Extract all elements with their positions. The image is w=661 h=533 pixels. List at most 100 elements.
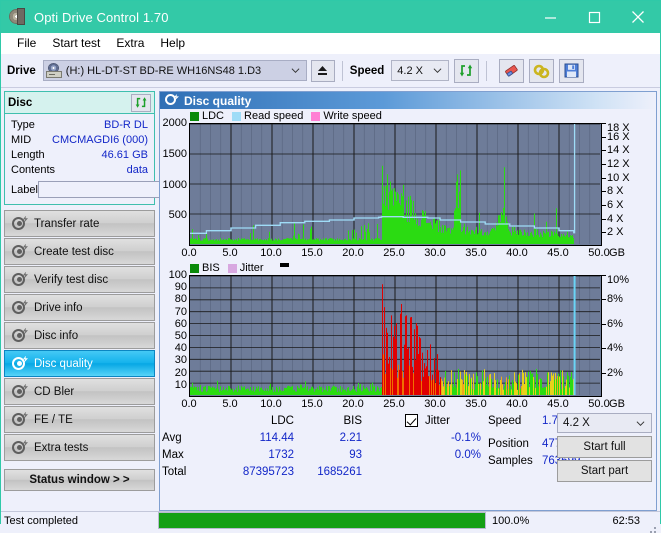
y2-tick-label: 2% xyxy=(607,366,623,379)
jitter-avg: -0.1% xyxy=(450,432,481,444)
menu-file[interactable]: File xyxy=(9,33,44,54)
menu-extra[interactable]: Extra xyxy=(108,33,152,54)
legend-label: BIS xyxy=(202,262,220,274)
content-area: Disc quality LDC Read speed Write speed … xyxy=(158,88,660,511)
bis-y-axis: 10 20 30 40 50 60 70 80 90 100 xyxy=(160,269,193,397)
sidebar-item-transfer-rate[interactable]: Transfer rate xyxy=(4,210,155,237)
stats-max-bis: 93 xyxy=(349,449,362,461)
status-window-button[interactable]: Status window > > xyxy=(4,469,155,491)
disc-row-length: Length 46.61 GB xyxy=(11,147,148,162)
window-title: Opti Drive Control 1.70 xyxy=(34,9,169,25)
toolbar: Drive (H:) HL-DT-ST BD-RE WH16NS48 1.D3 … xyxy=(1,54,660,88)
drive-info-icon xyxy=(11,299,28,316)
fe-te-icon xyxy=(11,411,28,428)
speed-select-value: 4.2 X xyxy=(397,64,423,77)
sidebar-item-label: Extra tests xyxy=(34,441,89,454)
disc-row-value: data xyxy=(126,163,148,176)
eraser-icon xyxy=(505,64,518,77)
y2-tick-label: 8% xyxy=(607,293,623,306)
sidebar-item-create-test-disc[interactable]: Create test disc xyxy=(4,238,155,265)
bitsetting-button[interactable] xyxy=(529,58,555,83)
menu-help[interactable]: Help xyxy=(152,33,193,54)
x-tick-label: 25.0 xyxy=(383,398,405,410)
stats-total-bis: 1685261 xyxy=(317,466,362,478)
verify-test-disc-icon xyxy=(11,271,28,288)
sidebar: Disc Type BD-R DL MID CMCMAGDI6 (000) Le… xyxy=(1,88,238,511)
speed-select[interactable]: 4.2 X xyxy=(391,60,450,81)
window-controls xyxy=(528,1,660,33)
disc-panel-title: Disc xyxy=(8,96,33,109)
drive-select[interactable]: (H:) HL-DT-ST BD-RE WH16NS48 1.D3 xyxy=(42,60,307,81)
menu-start-test[interactable]: Start test xyxy=(44,33,108,54)
y-tick-label: 500 xyxy=(168,209,187,222)
eject-button[interactable] xyxy=(310,59,335,82)
disc-quality-icon xyxy=(165,94,179,107)
legend-marker-icon xyxy=(279,263,289,267)
start-part-button[interactable]: Start part xyxy=(557,460,652,482)
stats-table: LDC BIS Avg 114.44 2.21 Max 1732 93 Tota… xyxy=(160,415,403,478)
panel-title: Disc quality xyxy=(184,93,252,108)
x-tick-label: 45.0 xyxy=(547,398,569,410)
disc-rows: Type BD-R DL MID CMCMAGDI6 (000) Length … xyxy=(5,114,238,204)
stats-row-label: Max xyxy=(162,449,184,461)
y2-tick-label: 10 X xyxy=(607,171,630,184)
refresh-button[interactable] xyxy=(454,58,480,83)
x-tick-label: 25.0 xyxy=(383,247,405,259)
disc-info-panel: Disc Type BD-R DL MID CMCMAGDI6 (000) Le… xyxy=(4,91,238,205)
sidebar-item-extra-tests[interactable]: Extra tests xyxy=(4,434,155,461)
disc-refresh-button[interactable] xyxy=(131,93,151,112)
sidebar-item-drive-info[interactable]: Drive info xyxy=(4,294,155,321)
stats-col-bis: BIS xyxy=(343,415,362,427)
sidebar-item-label: Disc quality xyxy=(34,357,93,370)
stats-col-ldc: LDC xyxy=(270,415,294,427)
bis-x-axis: 0.0 5.0 10.0 15.0 20.0 25.0 30.0 35.0 40.0 45.0 50… xyxy=(160,397,635,412)
x-tick-label: 0.0 xyxy=(181,247,197,259)
position-key: Position xyxy=(488,438,529,450)
bis-jitter-axis: 2% 4% 6% 8% 10% xyxy=(602,274,638,397)
disc-row-value: BD-R DL xyxy=(103,118,148,131)
stats-total-ldc: 87395723 xyxy=(242,466,294,478)
legend-swatch xyxy=(190,111,199,121)
x-tick-label: 10.0 xyxy=(260,398,282,410)
save-button[interactable] xyxy=(559,58,585,83)
x-tick-label: 40.0 xyxy=(506,247,528,259)
legend-item-bis: BIS xyxy=(190,262,220,274)
sidebar-item-disc-quality[interactable]: Disc quality xyxy=(4,350,155,377)
main-body: Disc Type BD-R DL MID CMCMAGDI6 (000) Le… xyxy=(1,88,660,511)
start-full-button[interactable]: Start full xyxy=(557,436,652,458)
close-icon[interactable] xyxy=(616,1,660,33)
minimize-icon[interactable] xyxy=(528,1,572,33)
toolbar-divider xyxy=(341,60,343,81)
refresh-icon xyxy=(135,97,146,108)
y2-tick-label: 6 X xyxy=(607,199,624,211)
sidebar-item-verify-test-disc[interactable]: Verify test disc xyxy=(4,266,155,293)
save-icon xyxy=(564,63,579,78)
sidebar-item-cd-bler[interactable]: CD Bler xyxy=(4,378,155,405)
cd-bler-icon xyxy=(11,383,28,400)
sidebar-item-fe-te[interactable]: FE / TE xyxy=(4,406,155,433)
legend-label: Read speed xyxy=(244,110,304,122)
refresh-icon xyxy=(460,64,473,77)
maximize-icon[interactable] xyxy=(572,1,616,33)
eject-icon xyxy=(318,66,328,75)
bis-plot-row: 10 20 30 40 50 60 70 80 90 100 2% 4% 6% 8% 10% xyxy=(160,269,656,397)
test-speed-select[interactable]: 4.2 X xyxy=(557,413,652,433)
disc-row-mid: MID CMCMAGDI6 (000) xyxy=(11,132,148,147)
stats-row-label: Avg xyxy=(162,432,182,444)
y2-tick-label: 6% xyxy=(607,317,623,330)
test-speed-value: 4.2 X xyxy=(563,417,590,429)
eraser-button[interactable] xyxy=(499,58,525,83)
x-axis-unit: GB xyxy=(609,247,625,259)
disc-row-value: 46.61 GB xyxy=(101,148,148,161)
jitter-checkbox[interactable] xyxy=(405,414,418,427)
stats-avg-bis: 2.21 xyxy=(339,432,362,444)
optical-disc-icon xyxy=(9,8,27,26)
y-tick-label: 2000 xyxy=(162,117,187,129)
sidebar-item-label: Verify test disc xyxy=(34,273,109,286)
legend-swatch xyxy=(311,111,321,121)
stats-avg-ldc: 114.44 xyxy=(259,432,294,444)
y-tick-label: 30 xyxy=(174,354,187,367)
disc-row-key: Contents xyxy=(11,163,56,176)
disc-quality-icon xyxy=(11,355,28,372)
sidebar-item-disc-info[interactable]: Disc info xyxy=(4,322,155,349)
